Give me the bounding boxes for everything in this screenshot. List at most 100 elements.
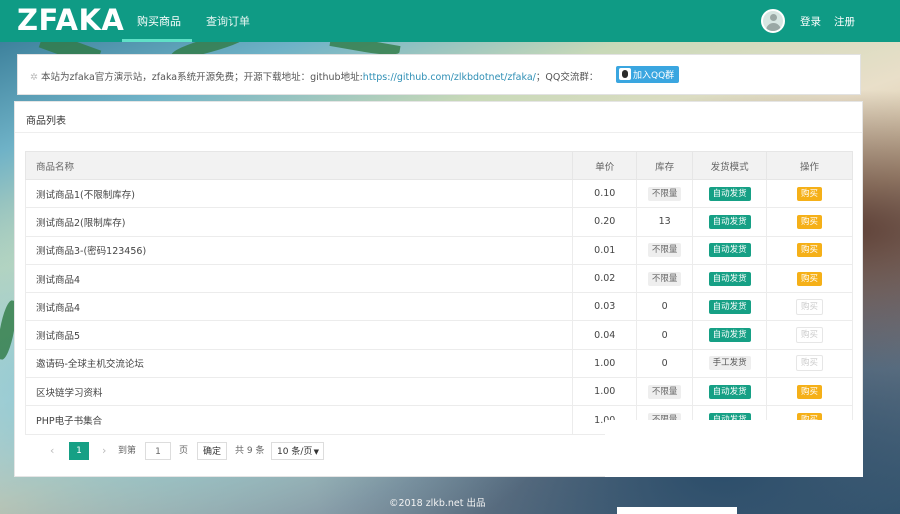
goods-name: 测试商品4 bbox=[24, 263, 574, 294]
table-row: 测试商品1(不限制库存) 0.10 不限量 自动发货 购买 bbox=[24, 178, 853, 209]
buy-button[interactable]: 购买 bbox=[797, 214, 823, 229]
active-tab-indicator bbox=[122, 39, 192, 42]
nav-tab-buy-goods[interactable]: 购买商品 bbox=[137, 13, 181, 29]
goods-stock: 0 bbox=[636, 292, 694, 322]
action-cell: 购买 bbox=[766, 207, 853, 237]
buy-button[interactable]: 购买 bbox=[797, 384, 823, 399]
action-cell: 购买 bbox=[766, 292, 853, 322]
divider bbox=[15, 132, 862, 133]
action-cell: 购买 bbox=[766, 348, 853, 379]
goods-price: 0.02 bbox=[572, 263, 638, 294]
buy-button[interactable]: 购买 bbox=[797, 186, 823, 201]
stock-value: 0 bbox=[661, 329, 668, 341]
action-cell: 购买 bbox=[766, 235, 853, 265]
goods-table-body: 测试商品1(不限制库存) 0.10 不限量 自动发货 购买 测试商品2(限制库存) 0.20… bbox=[24, 178, 853, 435]
page-label: 页 bbox=[179, 446, 189, 456]
delivery-mode-badge: 自动发货 bbox=[708, 186, 751, 201]
delivery-mode-badge: 自动发货 bbox=[708, 328, 751, 343]
buy-button: 购买 bbox=[796, 298, 824, 315]
action-cell: 购买 bbox=[766, 377, 853, 407]
join-qq-group-label: 加入QQ群 bbox=[633, 71, 675, 81]
buy-button[interactable]: 购买 bbox=[797, 243, 823, 258]
goods-stock: 不限量 bbox=[636, 178, 694, 209]
stock-badge: 不限量 bbox=[647, 243, 682, 258]
footer-copyright: ©2018 zlkb.net 出品 bbox=[389, 498, 486, 509]
col-header-name: 商品名称 bbox=[24, 151, 574, 180]
goods-price: 0.03 bbox=[572, 292, 638, 322]
goods-name: PHP电子书集合 bbox=[24, 405, 574, 435]
delivery-mode-badge: 自动发货 bbox=[708, 214, 751, 229]
buy-button: 购买 bbox=[796, 327, 824, 344]
action-cell: 购买 bbox=[766, 263, 853, 294]
delivery-mode: 自动发货 bbox=[692, 320, 768, 350]
site-logo[interactable]: ZFAKA bbox=[17, 3, 124, 37]
table-row: 测试商品4 0.03 0 自动发货 购买 bbox=[24, 292, 853, 322]
current-page-button[interactable]: 1 bbox=[69, 442, 89, 460]
goods-name: 邀请码-全球主机交流论坛 bbox=[24, 348, 574, 379]
goods-stock: 不限量 bbox=[636, 235, 694, 265]
goods-name: 测试商品4 bbox=[24, 292, 574, 322]
top-navigation-bar: ZFAKA 购买商品 查询订单 登录 注册 bbox=[0, 0, 900, 42]
goods-stock: 0 bbox=[636, 348, 694, 379]
delivery-mode-badge: 自动发货 bbox=[708, 243, 751, 258]
page-size-value: 10 条/页 bbox=[277, 447, 313, 457]
table-header-row: 商品名称 单价 库存 发货模式 操作 bbox=[24, 151, 853, 180]
table-row: 邀请码-全球主机交流论坛 1.00 0 手工发货 购买 bbox=[24, 348, 853, 379]
action-cell: 购买 bbox=[766, 320, 853, 350]
prev-page-button[interactable]: ‹ bbox=[50, 442, 54, 460]
login-link[interactable]: 登录 bbox=[800, 14, 821, 29]
goods-price: 1.00 bbox=[572, 377, 638, 407]
user-avatar-icon[interactable] bbox=[761, 9, 785, 33]
goods-name: 测试商品1(不限制库存) bbox=[24, 178, 574, 209]
action-cell: 购买 bbox=[766, 178, 853, 209]
table-row: 测试商品5 0.04 0 自动发货 购买 bbox=[24, 320, 853, 350]
join-qq-group-button[interactable]: 加入QQ群 bbox=[616, 66, 680, 83]
goods-name: 测试商品5 bbox=[24, 320, 574, 350]
delivery-mode: 自动发货 bbox=[692, 292, 768, 322]
stock-value: 13 bbox=[658, 216, 671, 228]
buy-button[interactable]: 购买 bbox=[797, 271, 823, 286]
stock-value: 0 bbox=[661, 301, 668, 313]
goods-name: 区块链学习资料 bbox=[24, 377, 574, 407]
blank-area bbox=[617, 507, 737, 514]
delivery-mode: 自动发货 bbox=[692, 178, 768, 209]
stock-badge: 不限量 bbox=[647, 384, 682, 399]
goods-price: 0.20 bbox=[572, 207, 638, 237]
register-link[interactable]: 注册 bbox=[834, 14, 855, 29]
goods-stock: 不限量 bbox=[636, 263, 694, 294]
delivery-mode-badge: 手工发货 bbox=[708, 356, 751, 371]
sparkle-icon: ✲ bbox=[30, 72, 38, 83]
goods-price: 0.04 bbox=[572, 320, 638, 350]
blank-area bbox=[605, 420, 863, 477]
table-row: 测试商品4 0.02 不限量 自动发货 购买 bbox=[24, 263, 853, 294]
table-row: 测试商品2(限制库存) 0.20 13 自动发货 购买 bbox=[24, 207, 853, 237]
stock-badge: 不限量 bbox=[647, 186, 682, 201]
qq-icon bbox=[619, 68, 631, 80]
goto-confirm-button[interactable]: 确定 bbox=[197, 442, 227, 460]
next-page-button[interactable]: › bbox=[102, 442, 106, 460]
col-header-delivery-mode: 发货模式 bbox=[692, 151, 768, 180]
table-row: 测试商品3-(密码123456) 0.01 不限量 自动发货 购买 bbox=[24, 235, 853, 265]
delivery-mode: 自动发货 bbox=[692, 207, 768, 237]
table-row: 区块链学习资料 1.00 不限量 自动发货 购买 bbox=[24, 377, 853, 407]
goods-price: 0.01 bbox=[572, 235, 638, 265]
delivery-mode-badge: 自动发货 bbox=[708, 384, 751, 399]
page-size-select[interactable]: 10 条/页 ▼ bbox=[271, 442, 324, 460]
goods-name: 测试商品3-(密码123456) bbox=[24, 235, 574, 265]
notice-text: ✲ 本站为zfaka官方演示站，zfaka系统开源免费；开源下载地址：githu… bbox=[30, 69, 598, 83]
delivery-mode: 自动发货 bbox=[692, 263, 768, 294]
col-header-stock: 库存 bbox=[636, 151, 694, 180]
nav-tab-query-order[interactable]: 查询订单 bbox=[206, 13, 250, 29]
goto-page-input[interactable]: 1 bbox=[145, 442, 171, 460]
goods-table: 商品名称 单价 库存 发货模式 操作 测试商品1(不限制库存) 0.10 不限量 自动… bbox=[24, 151, 853, 435]
delivery-mode-badge: 自动发货 bbox=[708, 271, 751, 286]
goods-name: 测试商品2(限制库存) bbox=[24, 207, 574, 237]
github-link[interactable]: https://github.com/zlkbdotnet/zfaka/ bbox=[363, 72, 536, 83]
stock-badge: 不限量 bbox=[647, 271, 682, 286]
chevron-down-icon: ▼ bbox=[313, 448, 319, 456]
notice-qq-label: ；QQ交流群： bbox=[535, 72, 599, 83]
goods-price: 0.10 bbox=[572, 178, 638, 209]
stock-value: 0 bbox=[661, 357, 668, 369]
col-header-action: 操作 bbox=[766, 151, 853, 180]
delivery-mode: 自动发货 bbox=[692, 235, 768, 265]
